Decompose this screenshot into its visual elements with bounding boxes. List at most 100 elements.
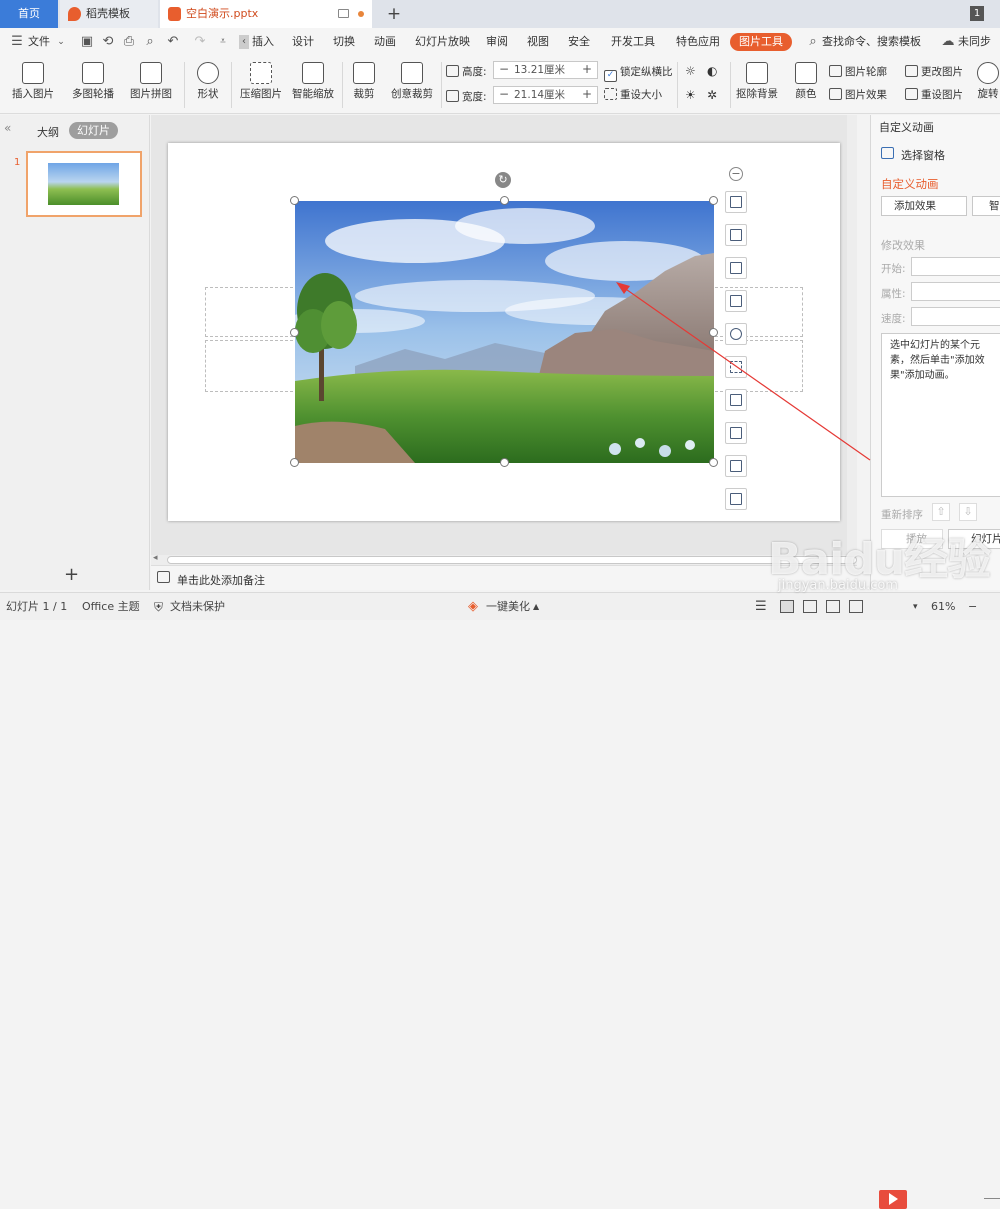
collapse-pane-icon[interactable]: « <box>4 121 11 135</box>
menu-transition[interactable]: 切换 <box>333 28 355 56</box>
monitor-icon[interactable] <box>338 9 349 18</box>
zoom-slider[interactable] <box>984 1198 1000 1199</box>
notes-bar[interactable]: 单击此处添加备注 <box>151 565 857 590</box>
collapse-left-icon[interactable]: ‹ <box>239 35 249 49</box>
compress-tool-icon[interactable] <box>725 488 747 510</box>
slide-thumbnail[interactable] <box>26 151 142 217</box>
search-commands[interactable]: 查找命令、搜索模板 <box>822 28 921 56</box>
shape-button[interactable]: 形状 <box>190 62 226 101</box>
rotate-button[interactable]: 旋转 <box>976 62 1000 101</box>
brightness-decrease-icon[interactable]: ☀ <box>685 88 696 102</box>
smart-animation-button[interactable]: 智 <box>972 196 1000 216</box>
picture-effect-button[interactable]: 图片效果 <box>829 87 887 102</box>
menu-review[interactable]: 审阅 <box>486 28 508 56</box>
add-effect-button[interactable]: 添加效果 <box>881 196 967 216</box>
horizontal-scrollbar[interactable]: ◂ <box>151 553 857 565</box>
collapse-toolbar-icon[interactable]: − <box>729 167 743 181</box>
crop-button[interactable]: 裁剪 <box>347 62 381 101</box>
menu-picture-tools[interactable]: 图片工具 <box>730 33 792 51</box>
rotate-handle-icon[interactable]: ↻ <box>495 172 511 188</box>
height-stepper[interactable]: − 13.21厘米 + <box>493 61 598 79</box>
tab-daoke-templates[interactable]: 稻壳模板 <box>60 0 158 28</box>
resize-handle-top-left[interactable] <box>290 196 299 205</box>
menu-animation[interactable]: 动画 <box>374 28 396 56</box>
tab-slides[interactable]: 幻灯片 <box>69 122 118 139</box>
new-tab-button[interactable]: + <box>384 0 404 28</box>
slide-sorter-icon[interactable] <box>803 600 817 613</box>
document-protection-status[interactable]: 文档未保护 <box>170 593 225 621</box>
resize-handle-bottom-left[interactable] <box>290 458 299 467</box>
menu-security[interactable]: 安全 <box>568 28 590 56</box>
creative-crop-button[interactable]: 创意裁剪 <box>386 62 438 101</box>
brightness-increase-icon[interactable]: ☼ <box>685 64 696 78</box>
start-select[interactable] <box>911 257 1000 276</box>
pane-header[interactable]: 自定义动画 <box>879 119 934 135</box>
lock-aspect-ratio-checkbox[interactable]: ✓ 锁定纵横比 <box>604 64 673 82</box>
width-stepper[interactable]: − 21.14厘米 + <box>493 86 598 104</box>
sync-status[interactable]: 未同步 <box>958 28 991 56</box>
zoom-out-icon[interactable]: − <box>968 593 977 621</box>
resize-handle-bottom[interactable] <box>500 458 509 467</box>
one-click-beautify-button[interactable]: 一键美化 <box>486 593 530 621</box>
menu-file[interactable]: 文件 <box>28 28 50 56</box>
change-picture-button[interactable]: 更改图片 <box>905 64 963 79</box>
tab-outline[interactable]: 大纲 <box>37 124 59 140</box>
menu-special-apps[interactable]: 特色应用 <box>676 28 720 56</box>
layer-tool-icon[interactable] <box>725 191 747 213</box>
search-icon[interactable]: ⌕ <box>806 35 820 49</box>
cloud-icon[interactable]: ☁ <box>941 35 955 49</box>
remove-background-button[interactable]: 抠除背景 <box>733 62 781 101</box>
menu-design[interactable]: 设计 <box>292 28 314 56</box>
width-decrement[interactable]: − <box>496 87 512 103</box>
move-up-icon[interactable]: ⇧ <box>932 503 950 521</box>
chevron-up-icon[interactable]: ▲ <box>533 593 539 621</box>
redo-icon[interactable]: ↷ <box>193 35 207 49</box>
width-value[interactable]: 21.14厘米 <box>514 87 565 103</box>
presenter-view-icon[interactable] <box>849 600 863 613</box>
insert-picture-button[interactable]: 插入图片 <box>6 62 60 101</box>
chevron-down-icon[interactable]: ⌄ <box>54 35 68 49</box>
window-count-badge[interactable]: 1 <box>970 6 984 21</box>
format-painter-icon[interactable]: ⟲ <box>101 35 115 49</box>
resize-handle-top[interactable] <box>500 196 509 205</box>
color-button[interactable]: 颜色 <box>789 62 823 101</box>
zoom-level[interactable]: 61% <box>931 593 955 621</box>
normal-view-icon[interactable] <box>780 600 794 613</box>
property-select[interactable] <box>911 282 1000 301</box>
height-value[interactable]: 13.21厘米 <box>514 62 565 78</box>
height-decrement[interactable]: − <box>496 62 512 78</box>
tab-document[interactable]: 空白演示.pptx <box>160 0 372 28</box>
customize-toolbar-icon[interactable]: ⩡ <box>216 35 230 49</box>
print-preview-icon[interactable]: ⌕ <box>143 35 157 49</box>
notes-toggle-icon[interactable]: ☰ <box>755 593 767 621</box>
add-slide-button[interactable]: + <box>64 564 79 585</box>
hamburger-icon[interactable]: ☰ <box>10 35 24 49</box>
contrast-decrease-icon[interactable]: ◐ <box>707 64 717 78</box>
save-icon[interactable]: ▣ <box>80 35 94 49</box>
width-increment[interactable]: + <box>579 87 595 103</box>
reading-view-icon[interactable] <box>826 600 840 613</box>
menu-developer[interactable]: 开发工具 <box>611 28 655 56</box>
picture-outline-button[interactable]: 图片轮廓 <box>829 64 887 79</box>
reset-size-button[interactable]: 重设大小 <box>604 87 662 102</box>
move-down-icon[interactable]: ⇩ <box>959 503 977 521</box>
chevron-down-icon[interactable]: ▾ <box>913 593 918 621</box>
scroll-left-icon[interactable]: ◂ <box>153 553 158 563</box>
multi-picture-carousel-button[interactable]: 多图轮播 <box>66 62 120 101</box>
resize-handle-left[interactable] <box>290 328 299 337</box>
animation-list[interactable]: 选中幻灯片的某个元素，然后单击"添加效果"添加动画。 <box>881 333 1000 497</box>
undo-icon[interactable]: ↶ <box>166 35 180 49</box>
menu-slideshow[interactable]: 幻灯片放映 <box>415 28 470 56</box>
notes-placeholder[interactable]: 单击此处添加备注 <box>177 572 265 588</box>
speed-select[interactable] <box>911 307 1000 326</box>
height-increment[interactable]: + <box>579 62 595 78</box>
compress-picture-button[interactable]: 压缩图片 <box>237 62 285 101</box>
resize-handle-top-right[interactable] <box>709 196 718 205</box>
reset-picture-button[interactable]: 重设图片 <box>905 87 963 102</box>
horizontal-scroll-thumb[interactable] <box>167 556 857 564</box>
print-icon[interactable]: ⎙ <box>122 35 136 49</box>
smart-scale-button[interactable]: 智能缩放 <box>289 62 337 101</box>
contrast-increase-icon[interactable]: ✲ <box>707 88 717 102</box>
picture-collage-button[interactable]: 图片拼图 <box>124 62 178 101</box>
selection-pane-link[interactable]: 选择窗格 <box>901 147 945 163</box>
